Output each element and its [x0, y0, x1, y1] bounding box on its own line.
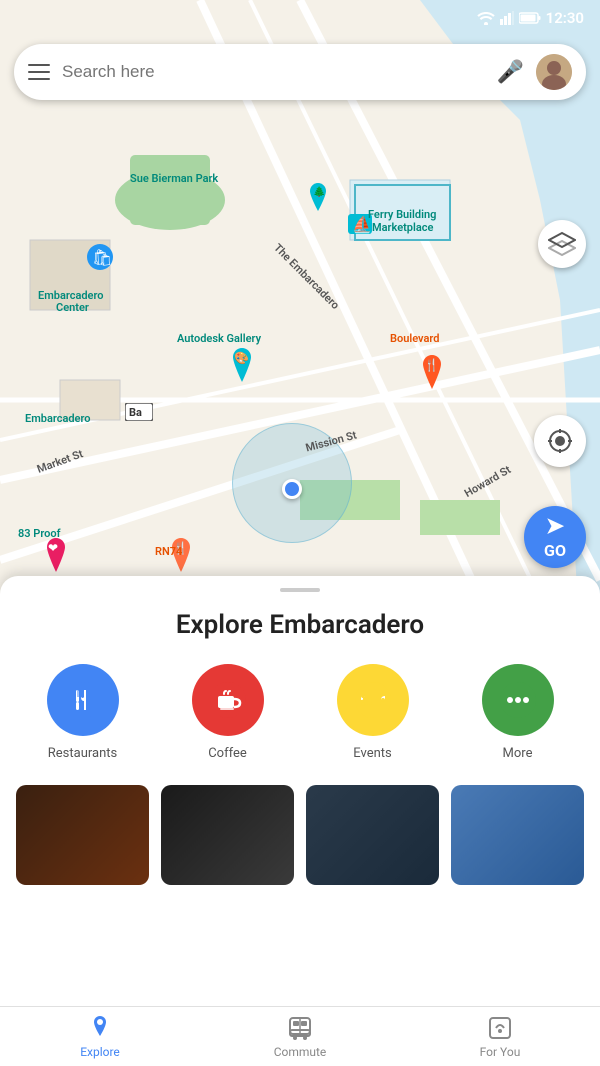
- wifi-icon: [477, 11, 495, 25]
- food-pin-rn74: 🍴: [167, 538, 195, 572]
- thumbnail-4[interactable]: [451, 785, 584, 885]
- my-location-icon: [547, 428, 573, 454]
- go-arrow-icon: ➤: [546, 514, 564, 539]
- thumbnail-1[interactable]: [16, 785, 149, 885]
- svg-text:🍴: 🍴: [424, 358, 439, 372]
- food-pin-boulevard: 🍴: [418, 355, 446, 389]
- signal-icon: [500, 11, 514, 25]
- fork-knife-icon: [65, 682, 101, 718]
- restaurants-circle: [47, 664, 119, 736]
- bottom-nav: Explore Commute For You: [0, 1006, 600, 1066]
- more-circle: [482, 664, 554, 736]
- park-pin: 🌲: [306, 183, 330, 211]
- location-button[interactable]: [534, 415, 586, 467]
- thumbnail-3[interactable]: [306, 785, 439, 885]
- ticket-icon: [355, 682, 391, 718]
- layers-icon: [548, 230, 576, 258]
- svg-text:Ba: Ba: [129, 406, 142, 419]
- events-label: Events: [353, 746, 391, 761]
- category-more[interactable]: More: [445, 664, 590, 761]
- svg-text:⛵: ⛵: [352, 215, 372, 234]
- events-circle: [337, 664, 409, 736]
- shopping-pin: 🛍: [86, 243, 114, 271]
- explore-title: Explore Embarcadero: [0, 610, 600, 640]
- menu-button[interactable]: [28, 64, 50, 80]
- status-icons: 12:30: [477, 9, 584, 27]
- svg-text:🍴: 🍴: [173, 541, 188, 555]
- restaurants-label: Restaurants: [48, 746, 117, 761]
- coffee-icon: [210, 682, 246, 718]
- nav-foryou[interactable]: For You: [400, 1014, 600, 1059]
- coffee-label: Coffee: [208, 746, 247, 761]
- category-events[interactable]: Events: [300, 664, 445, 761]
- category-restaurants[interactable]: Restaurants: [10, 664, 155, 761]
- explore-nav-label: Explore: [80, 1045, 120, 1059]
- thumbnail-row: [0, 785, 600, 885]
- user-location-dot: [282, 479, 302, 499]
- search-bar[interactable]: 🎤: [14, 44, 586, 100]
- more-dots-icon: [500, 682, 536, 718]
- heart-pin: ❤: [42, 538, 70, 572]
- gallery-pin: 🎨: [228, 348, 256, 382]
- explore-nav-icon: [86, 1014, 114, 1042]
- coffee-circle: [192, 664, 264, 736]
- svg-text:❤: ❤: [48, 541, 58, 555]
- nav-explore[interactable]: Explore: [0, 1014, 200, 1059]
- category-grid: Restaurants Coffee: [0, 664, 600, 761]
- commute-nav-label: Commute: [274, 1045, 327, 1059]
- battery-icon: [519, 12, 541, 24]
- svg-text:🎨: 🎨: [234, 350, 249, 365]
- svg-text:🌲: 🌲: [313, 185, 325, 198]
- commute-nav-icon: [286, 1014, 314, 1042]
- status-bar: 12:30: [0, 0, 600, 36]
- mic-icon[interactable]: 🎤: [497, 60, 524, 85]
- status-time: 12:30: [546, 9, 584, 27]
- ferry-pin: ⛵: [346, 210, 374, 238]
- foryou-nav-label: For You: [480, 1045, 521, 1059]
- more-label: More: [503, 746, 533, 761]
- go-label: GO: [544, 541, 566, 560]
- bottom-panel: Explore Embarcadero Restaurants: [0, 576, 600, 1006]
- embarcadero-pin: Ba: [125, 403, 153, 421]
- drag-handle[interactable]: [280, 588, 320, 592]
- foryou-nav-icon: [486, 1014, 514, 1042]
- go-button[interactable]: ➤ GO: [524, 506, 586, 568]
- map-layer-button[interactable]: [538, 220, 586, 268]
- category-coffee[interactable]: Coffee: [155, 664, 300, 761]
- nav-commute[interactable]: Commute: [200, 1014, 400, 1059]
- search-input[interactable]: [62, 62, 485, 82]
- user-avatar[interactable]: [536, 54, 572, 90]
- thumbnail-2[interactable]: [161, 785, 294, 885]
- svg-text:🛍: 🛍: [92, 248, 112, 267]
